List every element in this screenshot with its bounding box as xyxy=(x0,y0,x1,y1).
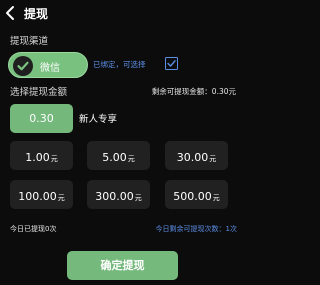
amount-unit: 元 xyxy=(127,155,135,163)
amount-unit: 元 xyxy=(209,155,217,163)
amount-unit: 元 xyxy=(134,194,142,202)
amount-value: 100.00 xyxy=(18,190,57,203)
channel-section-label: 提现渠道 xyxy=(10,36,49,47)
amount-option-100[interactable]: 100.00元 xyxy=(10,180,73,209)
remaining-amount-text: 剩余可提现金额：0.30元 xyxy=(151,87,236,96)
wechat-icon xyxy=(13,56,33,76)
header-bar: 提现 xyxy=(0,0,247,28)
wechat-channel-option[interactable]: 微信 xyxy=(8,52,88,78)
amount-value: 30.00 xyxy=(176,151,209,164)
bound-status-text: 已绑定，可选择 xyxy=(93,60,146,69)
amount-unit: 元 xyxy=(50,155,58,163)
special-amount-value: 0.30 xyxy=(29,112,54,125)
today-withdrawn-text: 今日已提现0次 xyxy=(10,225,57,233)
remaining-times-text: 今日剩余可提现次数：1次 xyxy=(155,225,237,233)
amount-option-5[interactable]: 5.00元 xyxy=(87,141,150,170)
amount-unit: 元 xyxy=(212,194,220,202)
amount-option-500[interactable]: 500.00元 xyxy=(165,180,228,209)
amount-option-30[interactable]: 30.00元 xyxy=(165,141,228,170)
special-amount-button[interactable]: 0.30 xyxy=(10,104,73,133)
amount-value: 500.00 xyxy=(173,190,212,203)
newcomer-tag: 新人专享 xyxy=(79,114,118,125)
amount-unit: 元 xyxy=(57,194,65,202)
amount-value: 5.00 xyxy=(102,151,127,164)
selected-check-icon xyxy=(165,57,178,70)
back-arrow-icon[interactable] xyxy=(4,5,18,21)
channel-label: 微信 xyxy=(40,63,60,74)
confirm-withdraw-button[interactable]: 确定提现 xyxy=(67,251,178,280)
amount-value: 300.00 xyxy=(95,190,134,203)
amount-section-label: 选择提现金额 xyxy=(10,87,68,98)
amount-option-300[interactable]: 300.00元 xyxy=(87,180,150,209)
page-title: 提现 xyxy=(24,7,49,21)
amount-value: 1.00 xyxy=(25,151,50,164)
amount-option-1[interactable]: 1.00元 xyxy=(10,141,73,170)
